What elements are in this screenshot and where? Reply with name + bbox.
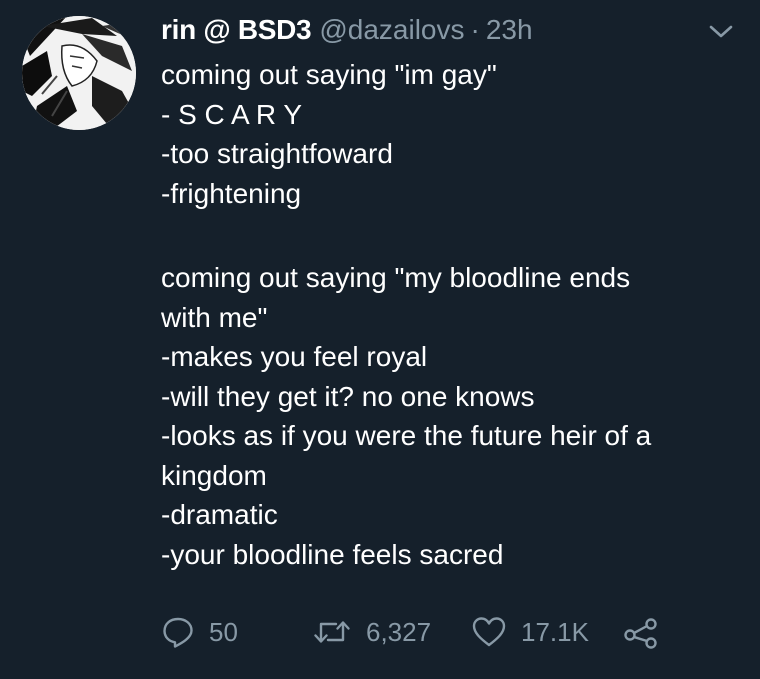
tweet-line: with me": [161, 301, 268, 333]
display-name[interactable]: rin @ BSD3: [161, 12, 312, 48]
like-count: 17.1K: [521, 616, 589, 647]
retweet-button[interactable]: 6,327: [312, 610, 431, 654]
tweet-line: -dramatic: [161, 499, 278, 530]
tweet-line: -looks as if you were the future heir of…: [161, 420, 652, 451]
tweet-line: -frightening: [161, 177, 302, 209]
tweet-line: -will they get it? no one knows: [161, 380, 535, 412]
retweet-icon: [314, 621, 350, 643]
action-bar: 50 6,327 17.1K: [161, 610, 681, 654]
timestamp[interactable]: 23h: [486, 12, 533, 48]
tweet: rin @ BSD3 @dazailovs · 23h coming out s…: [0, 0, 760, 679]
heart-icon: [472, 617, 506, 647]
separator: ·: [470, 14, 480, 45]
chevron-down-icon[interactable]: [706, 22, 736, 42]
avatar-illustration: [22, 16, 136, 130]
share-icon: [624, 618, 657, 649]
tweet-text: coming out saying "im gay" - S C A R Y -…: [161, 55, 731, 574]
tweet-header: rin @ BSD3 @dazailovs · 23h: [161, 12, 533, 48]
reply-icon: [163, 617, 193, 648]
tweet-line: -your bloodline feels sacred: [161, 538, 504, 570]
tweet-line: kingdom: [161, 459, 267, 491]
reply-count: 50: [209, 616, 238, 647]
like-button[interactable]: 17.1K: [471, 610, 589, 654]
tweet-line: -too straightfoward: [161, 138, 393, 169]
user-handle[interactable]: @dazailovs: [319, 12, 464, 48]
tweet-line: - S C A R Y: [161, 98, 303, 130]
retweet-count: 6,327: [366, 616, 432, 647]
tweet-line: coming out saying "my bloodline ends: [161, 262, 631, 293]
tweet-line: -makes you feel royal: [161, 341, 428, 372]
share-button[interactable]: [623, 610, 659, 654]
tweet-line: coming out saying "im gay": [161, 59, 497, 90]
avatar[interactable]: [22, 16, 136, 130]
reply-button[interactable]: 50: [161, 610, 238, 654]
